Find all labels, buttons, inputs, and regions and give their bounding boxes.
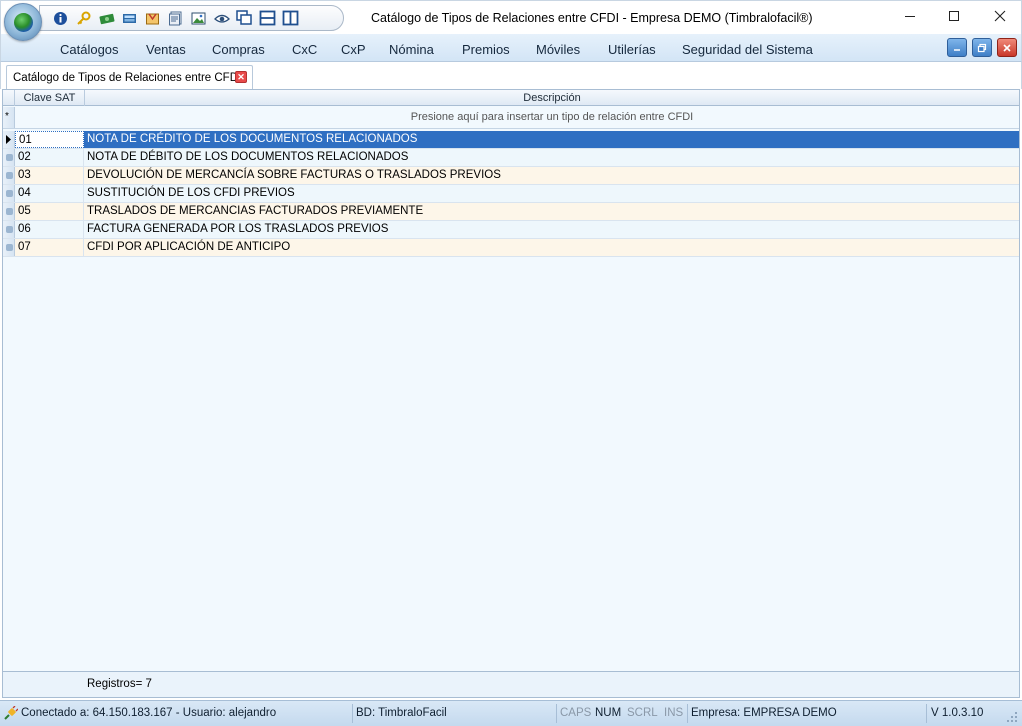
table-row[interactable]: 05 TRASLADOS DE MERCANCIAS FACTURADOS PR… xyxy=(3,203,1019,221)
grid-footer: Registros= 7 xyxy=(2,672,1020,698)
status-separator xyxy=(352,704,353,723)
menu-nomina[interactable]: Nómina xyxy=(389,42,434,57)
row-selector[interactable] xyxy=(3,185,15,202)
status-separator xyxy=(687,704,688,723)
quick-access-toolbar xyxy=(39,5,344,31)
status-database: BD: TimbraloFacil xyxy=(356,707,447,719)
connection-plug-icon xyxy=(4,706,18,720)
minimize-button[interactable] xyxy=(887,1,932,31)
row-selector[interactable] xyxy=(3,239,15,256)
status-separator xyxy=(926,704,927,723)
row-selector[interactable] xyxy=(3,131,15,148)
status-num: NUM xyxy=(595,707,622,719)
cell-descripcion[interactable]: SUSTITUCIÓN DE LOS CFDI PREVIOS xyxy=(85,185,1019,202)
menu-cxc[interactable]: CxC xyxy=(292,42,317,57)
status-version: V 1.0.3.10 xyxy=(931,707,984,719)
maximize-button[interactable] xyxy=(931,1,976,31)
globe-icon xyxy=(14,13,33,32)
calculator-icon[interactable] xyxy=(121,10,138,27)
menu-moviles[interactable]: Móviles xyxy=(536,42,580,57)
inbox-icon[interactable] xyxy=(144,10,161,27)
row-selector[interactable] xyxy=(3,149,15,166)
resize-grip-icon[interactable] xyxy=(1006,711,1018,723)
info-icon[interactable] xyxy=(52,10,69,27)
status-caps: CAPS xyxy=(560,707,592,719)
window-title: Catálogo de Tipos de Relaciones entre CF… xyxy=(371,11,813,25)
asterisk-icon: * xyxy=(5,111,9,122)
cell-descripcion[interactable]: DEVOLUCIÓN DE MERCANCÍA SOBRE FACTURAS O… xyxy=(85,167,1019,184)
cell-clave[interactable]: 01 xyxy=(15,131,84,148)
menu-compras[interactable]: Compras xyxy=(212,42,265,57)
cell-clave[interactable]: 07 xyxy=(15,239,84,256)
cell-clave[interactable]: 04 xyxy=(15,185,84,202)
menu-premios[interactable]: Premios xyxy=(462,42,510,57)
new-row[interactable]: * Presione aquí para insertar un tipo de… xyxy=(3,107,1019,129)
tile-vertical-icon[interactable] xyxy=(282,10,299,27)
menu-ventas[interactable]: Ventas xyxy=(146,42,186,57)
row-selector[interactable] xyxy=(3,221,15,238)
table-row[interactable]: 06 FACTURA GENERADA POR LOS TRASLADOS PR… xyxy=(3,221,1019,239)
close-button[interactable] xyxy=(977,1,1022,31)
tab-catalogo-tipos-relaciones[interactable]: Catálogo de Tipos de Relaciones entre CF… xyxy=(6,65,253,89)
menu-utilerias[interactable]: Utilerías xyxy=(608,42,656,57)
header-corner xyxy=(3,90,15,106)
record-count: Registros= 7 xyxy=(87,678,152,690)
menu-catalogos[interactable]: Catálogos xyxy=(60,42,119,57)
table-row[interactable]: 02 NOTA DE DÉBITO DE LOS DOCUMENTOS RELA… xyxy=(3,149,1019,167)
column-header-descripcion[interactable]: Descripción xyxy=(85,90,1019,106)
row-selector[interactable] xyxy=(3,203,15,220)
tile-horizontal-icon[interactable] xyxy=(259,10,276,27)
mdi-restore-button[interactable] xyxy=(972,38,992,57)
tab-close-icon[interactable]: ✕ xyxy=(235,71,247,83)
status-connection: Conectado a: 64.150.183.167 - Usuario: a… xyxy=(21,707,277,719)
table-row[interactable]: 03 DEVOLUCIÓN DE MERCANCÍA SOBRE FACTURA… xyxy=(3,167,1019,185)
status-bar: Conectado a: 64.150.183.167 - Usuario: a… xyxy=(0,700,1022,726)
eye-icon[interactable] xyxy=(213,10,230,27)
status-scrl: SCRL xyxy=(627,707,658,719)
data-grid: Clave SAT Descripción * Presione aquí pa… xyxy=(2,89,1020,672)
status-ins: INS xyxy=(664,707,684,719)
cell-descripcion[interactable]: NOTA DE DÉBITO DE LOS DOCUMENTOS RELACIO… xyxy=(85,149,1019,166)
menu-seguridad-del-sistema[interactable]: Seguridad del Sistema xyxy=(682,42,813,57)
title-bar: Catálogo de Tipos de Relaciones entre CF… xyxy=(0,0,1022,34)
grid-header: Clave SAT Descripción xyxy=(3,90,1019,106)
mdi-minimize-button[interactable] xyxy=(947,38,967,57)
documents-icon[interactable] xyxy=(167,10,184,27)
application-menu-button[interactable] xyxy=(4,3,42,41)
column-header-clave-sat[interactable]: Clave SAT xyxy=(15,90,85,106)
cell-clave[interactable]: 02 xyxy=(15,149,84,166)
menu-cxp[interactable]: CxP xyxy=(341,42,366,57)
cell-descripcion[interactable]: CFDI POR APLICACIÓN DE ANTICIPO xyxy=(85,239,1019,256)
cascade-windows-icon[interactable] xyxy=(236,10,253,27)
new-row-selector: * xyxy=(3,107,15,128)
menu-bar: Catálogos Ventas Compras CxC CxP Nómina … xyxy=(0,34,1022,62)
key-icon[interactable] xyxy=(75,10,92,27)
new-row-hint: Presione aquí para insertar un tipo de r… xyxy=(410,111,694,123)
money-icon[interactable] xyxy=(98,10,115,27)
cell-clave[interactable]: 03 xyxy=(15,167,84,184)
table-row[interactable]: 04 SUSTITUCIÓN DE LOS CFDI PREVIOS xyxy=(3,185,1019,203)
mdi-close-button[interactable] xyxy=(997,38,1017,57)
image-icon[interactable] xyxy=(190,10,207,27)
table-row[interactable]: 07 CFDI POR APLICACIÓN DE ANTICIPO xyxy=(3,239,1019,257)
cell-descripcion[interactable]: FACTURA GENERADA POR LOS TRASLADOS PREVI… xyxy=(85,221,1019,238)
document-tab-strip: Catálogo de Tipos de Relaciones entre CF… xyxy=(0,62,1022,89)
table-row[interactable]: 01 NOTA DE CRÉDITO DE LOS DOCUMENTOS REL… xyxy=(3,131,1019,149)
cell-clave[interactable]: 06 xyxy=(15,221,84,238)
row-selector[interactable] xyxy=(3,167,15,184)
cell-descripcion[interactable]: NOTA DE CRÉDITO DE LOS DOCUMENTOS RELACI… xyxy=(85,131,1019,148)
status-separator xyxy=(556,704,557,723)
status-company: Empresa: EMPRESA DEMO xyxy=(691,707,837,719)
cell-descripcion[interactable]: TRASLADOS DE MERCANCIAS FACTURADOS PREVI… xyxy=(85,203,1019,220)
cell-clave[interactable]: 05 xyxy=(15,203,84,220)
tab-label: Catálogo de Tipos de Relaciones entre CF… xyxy=(13,72,242,84)
